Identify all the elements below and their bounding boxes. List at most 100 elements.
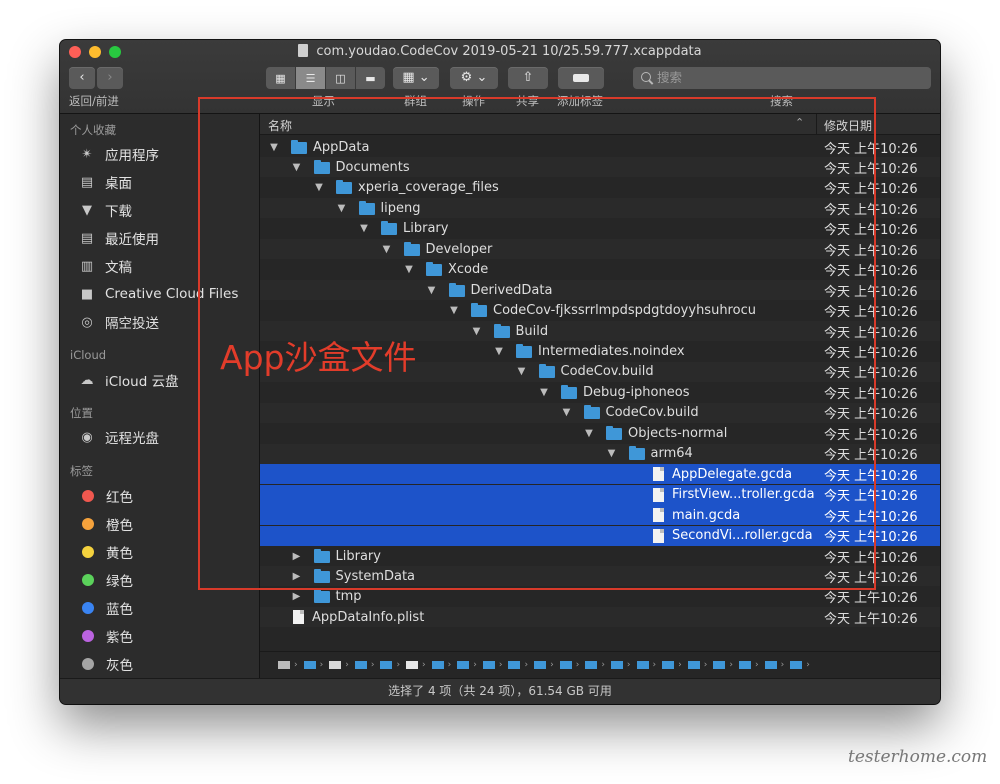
path-folder-icon[interactable]: [457, 660, 470, 669]
folder-row[interactable]: ▼ CodeCov-fjkssrrlmpdspdgtdoyyhsuhrocu 今天 …: [260, 301, 940, 321]
sidebar-item-icloud-drive[interactable]: ☁ iCloud 云盘: [78, 369, 179, 391]
file-list: 名称 ⌃ 修改日期 ▼ AppData 今天 上午10:26 ▼ Documents 今天…: [260, 114, 940, 678]
folder-row[interactable]: ▶ tmp 今天 上午10:26: [260, 587, 940, 607]
sidebar-item-tag-orange[interactable]: 橙色: [78, 513, 133, 535]
path-folder-icon[interactable]: [354, 660, 367, 669]
sidebar-item-downloads[interactable]: ▼ 下载: [78, 199, 132, 221]
disclosure-expanded-icon[interactable]: ▼: [449, 305, 459, 316]
disclosure-expanded-icon[interactable]: ▼: [517, 366, 527, 377]
item-name: DerivedData: [470, 282, 553, 298]
sidebar-item-applications[interactable]: ✴ 应用程序: [78, 143, 159, 165]
path-folder-icon[interactable]: [687, 660, 700, 669]
disclosure-expanded-icon[interactable]: ▼: [269, 142, 279, 153]
column-divider[interactable]: [816, 114, 817, 134]
folder-row[interactable]: ▼ AppData 今天 上午10:26: [260, 137, 940, 157]
search-input[interactable]: 搜索: [633, 67, 931, 89]
path-folder-icon[interactable]: [662, 660, 675, 669]
path-folder-icon[interactable]: [585, 660, 598, 669]
path-folder-icon[interactable]: [790, 660, 803, 669]
disclosure-collapsed-icon[interactable]: ▶: [292, 551, 302, 562]
sidebar-item-remote-disc[interactable]: ◉ 远程光盘: [78, 426, 159, 448]
path-folder-icon[interactable]: [764, 660, 777, 669]
disclosure-expanded-icon[interactable]: ▼: [337, 203, 347, 214]
disclosure-expanded-icon[interactable]: ▼: [562, 407, 572, 418]
sidebar-item-tag-green[interactable]: 绿色: [78, 569, 133, 591]
path-folder-icon[interactable]: [713, 660, 726, 669]
folder-row[interactable]: ▼ DerivedData 今天 上午10:26: [260, 280, 940, 301]
path-separator-icon: ›: [729, 659, 733, 670]
disclosure-expanded-icon[interactable]: ▼: [382, 244, 392, 255]
disclosure-expanded-icon[interactable]: ▼: [539, 387, 549, 398]
add-tag-button[interactable]: [558, 67, 604, 89]
sidebar-item-airdrop[interactable]: ◎ 隔空投送: [78, 311, 159, 333]
forward-button[interactable]: ›: [97, 67, 123, 89]
folder-row[interactable]: ▼ lipeng 今天 上午10:26: [260, 198, 940, 219]
sidebar-item-documents[interactable]: ▥ 文稿: [78, 255, 132, 277]
disclosure-expanded-icon[interactable]: ▼: [494, 346, 504, 357]
sidebar-item-recents[interactable]: ▤ 最近使用: [78, 227, 159, 249]
folder-row[interactable]: ▼ Documents 今天 上午10:26: [260, 157, 940, 178]
sidebar-item-tag-gray[interactable]: 灰色: [78, 653, 133, 675]
path-folder-icon[interactable]: [431, 660, 444, 669]
disclosure-expanded-icon[interactable]: ▼: [314, 182, 324, 193]
path-folder-icon[interactable]: [610, 660, 623, 669]
folder-row[interactable]: ▼ Debug-iphoneos 今天 上午10:26: [260, 382, 940, 402]
group-button[interactable]: ▦ ⌄: [393, 67, 439, 89]
disclosure-expanded-icon[interactable]: ▼: [427, 285, 437, 296]
folder-row[interactable]: ▶ SystemData 今天 上午10:26: [260, 566, 940, 587]
path-folder-icon[interactable]: [380, 660, 393, 669]
path-folder-icon[interactable]: [738, 660, 751, 669]
sidebar-item-creative-cloud[interactable]: ■ Creative Cloud Files: [78, 283, 239, 305]
icon-view-icon[interactable]: ▦: [266, 67, 296, 89]
path-folder-icon[interactable]: [329, 660, 342, 669]
sidebar-item-tag-red[interactable]: 红色: [78, 485, 133, 507]
path-folder-icon[interactable]: [534, 660, 547, 669]
back-button[interactable]: ‹: [69, 67, 95, 89]
file-row[interactable]: AppDelegate.gcda 今天 上午10:26: [260, 464, 940, 485]
disclosure-collapsed-icon[interactable]: ▶: [292, 571, 302, 582]
disclosure-expanded-icon[interactable]: ▼: [584, 428, 594, 439]
folder-icon: [403, 241, 420, 256]
sidebar-item-tag-purple[interactable]: 紫色: [78, 625, 133, 647]
path-folder-icon[interactable]: [303, 660, 316, 669]
sidebar-item-desktop[interactable]: ▤ 桌面: [78, 171, 132, 193]
folder-row[interactable]: ▼ Xcode 今天 上午10:26: [260, 260, 940, 280]
path-folder-icon[interactable]: [406, 660, 419, 669]
column-view-icon[interactable]: ◫: [326, 67, 356, 89]
item-name: Intermediates.noindex: [538, 344, 685, 359]
search-icon: [641, 72, 651, 82]
folder-row[interactable]: ▼ Developer 今天 上午10:26: [260, 239, 940, 260]
folder-row[interactable]: ▶ Library 今天 上午10:26: [260, 546, 940, 566]
path-folder-icon[interactable]: [559, 660, 572, 669]
path-folder-icon[interactable]: [482, 660, 495, 669]
disclosure-expanded-icon[interactable]: ▼: [359, 223, 369, 234]
disclosure-expanded-icon[interactable]: ▼: [292, 162, 302, 173]
list-view-icon[interactable]: ☰: [296, 67, 326, 89]
folder-row[interactable]: ▼ CodeCov.build 今天 上午10:26: [260, 402, 940, 423]
folder-row[interactable]: ▼ Objects-normal 今天 上午10:26: [260, 423, 940, 443]
path-folder-icon[interactable]: [278, 660, 290, 669]
item-name: Developer: [425, 241, 493, 257]
path-folder-icon[interactable]: [636, 660, 649, 669]
file-row[interactable]: main.gcda 今天 上午10:26: [260, 505, 940, 526]
folder-row[interactable]: ▼ arm64 今天 上午10:26: [260, 443, 940, 464]
folder-row[interactable]: ▼ Library 今天 上午10:26: [260, 219, 940, 239]
file-row[interactable]: AppDataInfo.plist 今天 上午10:26: [260, 607, 940, 628]
sidebar-item-tag-yellow[interactable]: 黄色: [78, 541, 133, 563]
file-icon: [293, 610, 304, 625]
file-row[interactable]: FirstView...troller.gcda 今天 上午10:26: [260, 484, 940, 505]
disclosure-expanded-icon[interactable]: ▼: [472, 326, 482, 337]
disclosure-collapsed-icon[interactable]: ▶: [292, 591, 302, 602]
sidebar-item-tag-blue[interactable]: 蓝色: [78, 597, 133, 619]
date-column-header[interactable]: 修改日期: [824, 117, 872, 134]
file-row[interactable]: SecondVi...roller.gcda 今天 上午10:26: [260, 525, 940, 546]
disclosure-expanded-icon[interactable]: ▼: [607, 448, 617, 459]
name-column-header[interactable]: 名称: [268, 117, 292, 134]
gallery-view-icon[interactable]: ▬: [356, 67, 385, 89]
folder-row[interactable]: ▼ xperia_coverage_files 今天 上午10:26: [260, 178, 940, 198]
path-folder-icon[interactable]: [508, 660, 521, 669]
item-date: 今天 上午10:26: [824, 591, 918, 607]
action-button[interactable]: ⚙ ⌄: [450, 67, 498, 89]
share-button[interactable]: ⇧: [508, 67, 548, 89]
disclosure-expanded-icon[interactable]: ▼: [404, 264, 414, 275]
